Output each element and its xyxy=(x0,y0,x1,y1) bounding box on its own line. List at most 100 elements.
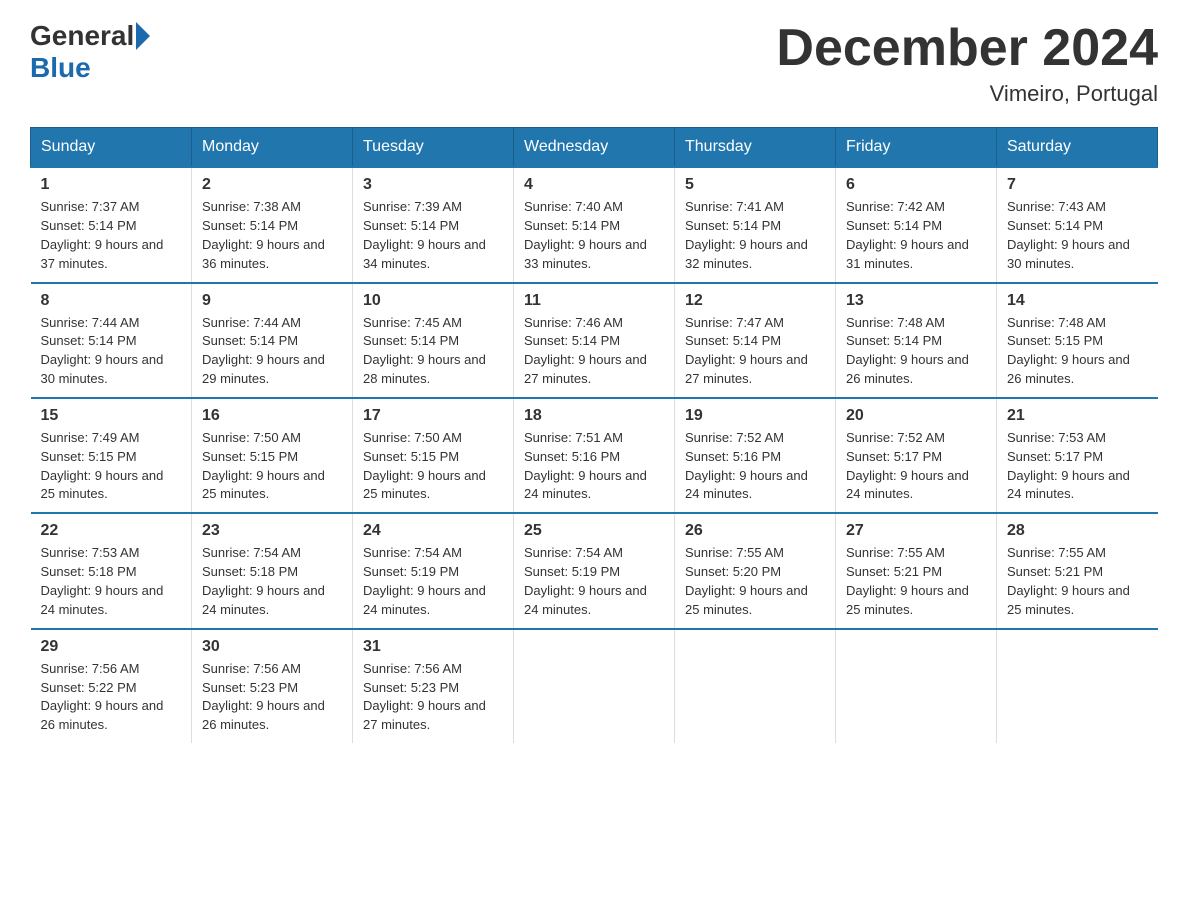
day-number: 10 xyxy=(363,292,503,310)
page-header: General Blue December 2024 Vimeiro, Port… xyxy=(30,20,1158,107)
day-info: Sunrise: 7:52 AMSunset: 5:17 PMDaylight:… xyxy=(846,429,986,504)
calendar-cell: 18 Sunrise: 7:51 AMSunset: 5:16 PMDayligh… xyxy=(514,398,675,513)
day-number: 8 xyxy=(41,292,182,310)
day-info: Sunrise: 7:37 AMSunset: 5:14 PMDaylight:… xyxy=(41,198,182,273)
calendar-table: SundayMondayTuesdayWednesdayThursdayFrid… xyxy=(30,127,1158,743)
day-number: 20 xyxy=(846,407,986,425)
day-info: Sunrise: 7:45 AMSunset: 5:14 PMDaylight:… xyxy=(363,314,503,389)
calendar-cell: 10 Sunrise: 7:45 AMSunset: 5:14 PMDayligh… xyxy=(353,283,514,398)
calendar-cell: 3Sunrise: 7:39 AMSunset: 5:14 PMDaylight… xyxy=(353,167,514,282)
calendar-cell: 12Sunrise: 7:47 AMSunset: 5:14 PMDayligh… xyxy=(675,283,836,398)
day-info: Sunrise: 7:51 AMSunset: 5:16 PMDaylight:… xyxy=(524,429,664,504)
calendar-cell: 26Sunrise: 7:55 AMSunset: 5:20 PMDayligh… xyxy=(675,513,836,628)
day-info: Sunrise: 7:44 AMSunset: 5:14 PMDaylight:… xyxy=(202,314,342,389)
calendar-cell: 9Sunrise: 7:44 AMSunset: 5:14 PMDaylight… xyxy=(192,283,353,398)
day-info: Sunrise: 7:52 AMSunset: 5:16 PMDaylight:… xyxy=(685,429,825,504)
day-info: Sunrise: 7:46 AMSunset: 5:14 PMDaylight:… xyxy=(524,314,664,389)
calendar-cell: 29Sunrise: 7:56 AMSunset: 5:22 PMDayligh… xyxy=(31,629,192,743)
calendar-cell: 30 Sunrise: 7:56 AMSunset: 5:23 PMDayligh… xyxy=(192,629,353,743)
day-info: Sunrise: 7:48 AMSunset: 5:15 PMDaylight:… xyxy=(1007,314,1148,389)
logo-blue-text: Blue xyxy=(30,52,91,84)
day-number: 16 xyxy=(202,407,342,425)
day-info: Sunrise: 7:50 AMSunset: 5:15 PMDaylight:… xyxy=(363,429,503,504)
day-number: 5 xyxy=(685,176,825,194)
day-number: 31 xyxy=(363,638,503,656)
day-number: 28 xyxy=(1007,522,1148,540)
day-number: 11 xyxy=(524,292,664,310)
column-header-saturday: Saturday xyxy=(997,128,1158,168)
day-info: Sunrise: 7:55 AMSunset: 5:20 PMDaylight:… xyxy=(685,544,825,619)
day-info: Sunrise: 7:50 AMSunset: 5:15 PMDaylight:… xyxy=(202,429,342,504)
day-number: 14 xyxy=(1007,292,1148,310)
calendar-cell: 22 Sunrise: 7:53 AMSunset: 5:18 PMDayligh… xyxy=(31,513,192,628)
location-subtitle: Vimeiro, Portugal xyxy=(776,81,1158,107)
day-info: Sunrise: 7:44 AMSunset: 5:14 PMDaylight:… xyxy=(41,314,182,389)
calendar-cell: 21Sunrise: 7:53 AMSunset: 5:17 PMDayligh… xyxy=(997,398,1158,513)
calendar-header-row: SundayMondayTuesdayWednesdayThursdayFrid… xyxy=(31,128,1158,168)
calendar-cell: 15 Sunrise: 7:49 AMSunset: 5:15 PMDayligh… xyxy=(31,398,192,513)
day-info: Sunrise: 7:38 AMSunset: 5:14 PMDaylight:… xyxy=(202,198,342,273)
calendar-cell: 8 Sunrise: 7:44 AMSunset: 5:14 PMDaylight… xyxy=(31,283,192,398)
day-number: 22 xyxy=(41,522,182,540)
calendar-cell: 20 Sunrise: 7:52 AMSunset: 5:17 PMDayligh… xyxy=(836,398,997,513)
day-info: Sunrise: 7:53 AMSunset: 5:18 PMDaylight:… xyxy=(41,544,182,619)
calendar-cell: 19 Sunrise: 7:52 AMSunset: 5:16 PMDayligh… xyxy=(675,398,836,513)
day-info: Sunrise: 7:56 AMSunset: 5:23 PMDaylight:… xyxy=(202,660,342,735)
day-number: 17 xyxy=(363,407,503,425)
calendar-cell: 28 Sunrise: 7:55 AMSunset: 5:21 PMDayligh… xyxy=(997,513,1158,628)
calendar-cell: 14 Sunrise: 7:48 AMSunset: 5:15 PMDayligh… xyxy=(997,283,1158,398)
column-header-monday: Monday xyxy=(192,128,353,168)
calendar-week-row: 29Sunrise: 7:56 AMSunset: 5:22 PMDayligh… xyxy=(31,629,1158,743)
day-number: 18 xyxy=(524,407,664,425)
calendar-week-row: 15 Sunrise: 7:49 AMSunset: 5:15 PMDayligh… xyxy=(31,398,1158,513)
calendar-cell: 7Sunrise: 7:43 AMSunset: 5:14 PMDaylight… xyxy=(997,167,1158,282)
day-info: Sunrise: 7:48 AMSunset: 5:14 PMDaylight:… xyxy=(846,314,986,389)
day-info: Sunrise: 7:39 AMSunset: 5:14 PMDaylight:… xyxy=(363,198,503,273)
day-info: Sunrise: 7:53 AMSunset: 5:17 PMDaylight:… xyxy=(1007,429,1148,504)
calendar-cell xyxy=(514,629,675,743)
day-info: Sunrise: 7:49 AMSunset: 5:15 PMDaylight:… xyxy=(41,429,182,504)
day-number: 2 xyxy=(202,176,342,194)
calendar-cell: 5Sunrise: 7:41 AMSunset: 5:14 PMDaylight… xyxy=(675,167,836,282)
day-number: 29 xyxy=(41,638,182,656)
column-header-tuesday: Tuesday xyxy=(353,128,514,168)
calendar-cell: 6Sunrise: 7:42 AMSunset: 5:14 PMDaylight… xyxy=(836,167,997,282)
day-number: 24 xyxy=(363,522,503,540)
day-info: Sunrise: 7:56 AMSunset: 5:23 PMDaylight:… xyxy=(363,660,503,735)
calendar-cell xyxy=(836,629,997,743)
calendar-cell: 4 Sunrise: 7:40 AMSunset: 5:14 PMDaylight… xyxy=(514,167,675,282)
month-year-title: December 2024 xyxy=(776,20,1158,77)
calendar-cell: 2 Sunrise: 7:38 AMSunset: 5:14 PMDaylight… xyxy=(192,167,353,282)
title-area: December 2024 Vimeiro, Portugal xyxy=(776,20,1158,107)
day-info: Sunrise: 7:47 AMSunset: 5:14 PMDaylight:… xyxy=(685,314,825,389)
day-info: Sunrise: 7:42 AMSunset: 5:14 PMDaylight:… xyxy=(846,198,986,273)
day-info: Sunrise: 7:55 AMSunset: 5:21 PMDaylight:… xyxy=(846,544,986,619)
column-header-friday: Friday xyxy=(836,128,997,168)
day-number: 25 xyxy=(524,522,664,540)
day-number: 7 xyxy=(1007,176,1148,194)
column-header-sunday: Sunday xyxy=(31,128,192,168)
day-number: 13 xyxy=(846,292,986,310)
column-header-wednesday: Wednesday xyxy=(514,128,675,168)
calendar-cell: 23Sunrise: 7:54 AMSunset: 5:18 PMDayligh… xyxy=(192,513,353,628)
day-info: Sunrise: 7:54 AMSunset: 5:19 PMDaylight:… xyxy=(524,544,664,619)
day-info: Sunrise: 7:40 AMSunset: 5:14 PMDaylight:… xyxy=(524,198,664,273)
calendar-week-row: 1Sunrise: 7:37 AMSunset: 5:14 PMDaylight… xyxy=(31,167,1158,282)
calendar-cell: 27 Sunrise: 7:55 AMSunset: 5:21 PMDayligh… xyxy=(836,513,997,628)
day-number: 19 xyxy=(685,407,825,425)
calendar-week-row: 22 Sunrise: 7:53 AMSunset: 5:18 PMDayligh… xyxy=(31,513,1158,628)
day-number: 27 xyxy=(846,522,986,540)
column-header-thursday: Thursday xyxy=(675,128,836,168)
calendar-cell: 13 Sunrise: 7:48 AMSunset: 5:14 PMDayligh… xyxy=(836,283,997,398)
calendar-cell: 25 Sunrise: 7:54 AMSunset: 5:19 PMDayligh… xyxy=(514,513,675,628)
calendar-cell: 16 Sunrise: 7:50 AMSunset: 5:15 PMDayligh… xyxy=(192,398,353,513)
calendar-cell: 17 Sunrise: 7:50 AMSunset: 5:15 PMDayligh… xyxy=(353,398,514,513)
calendar-cell xyxy=(997,629,1158,743)
day-number: 23 xyxy=(202,522,342,540)
day-number: 30 xyxy=(202,638,342,656)
calendar-cell xyxy=(675,629,836,743)
day-number: 15 xyxy=(41,407,182,425)
logo-arrow-icon xyxy=(136,22,150,50)
day-info: Sunrise: 7:55 AMSunset: 5:21 PMDaylight:… xyxy=(1007,544,1148,619)
day-number: 4 xyxy=(524,176,664,194)
